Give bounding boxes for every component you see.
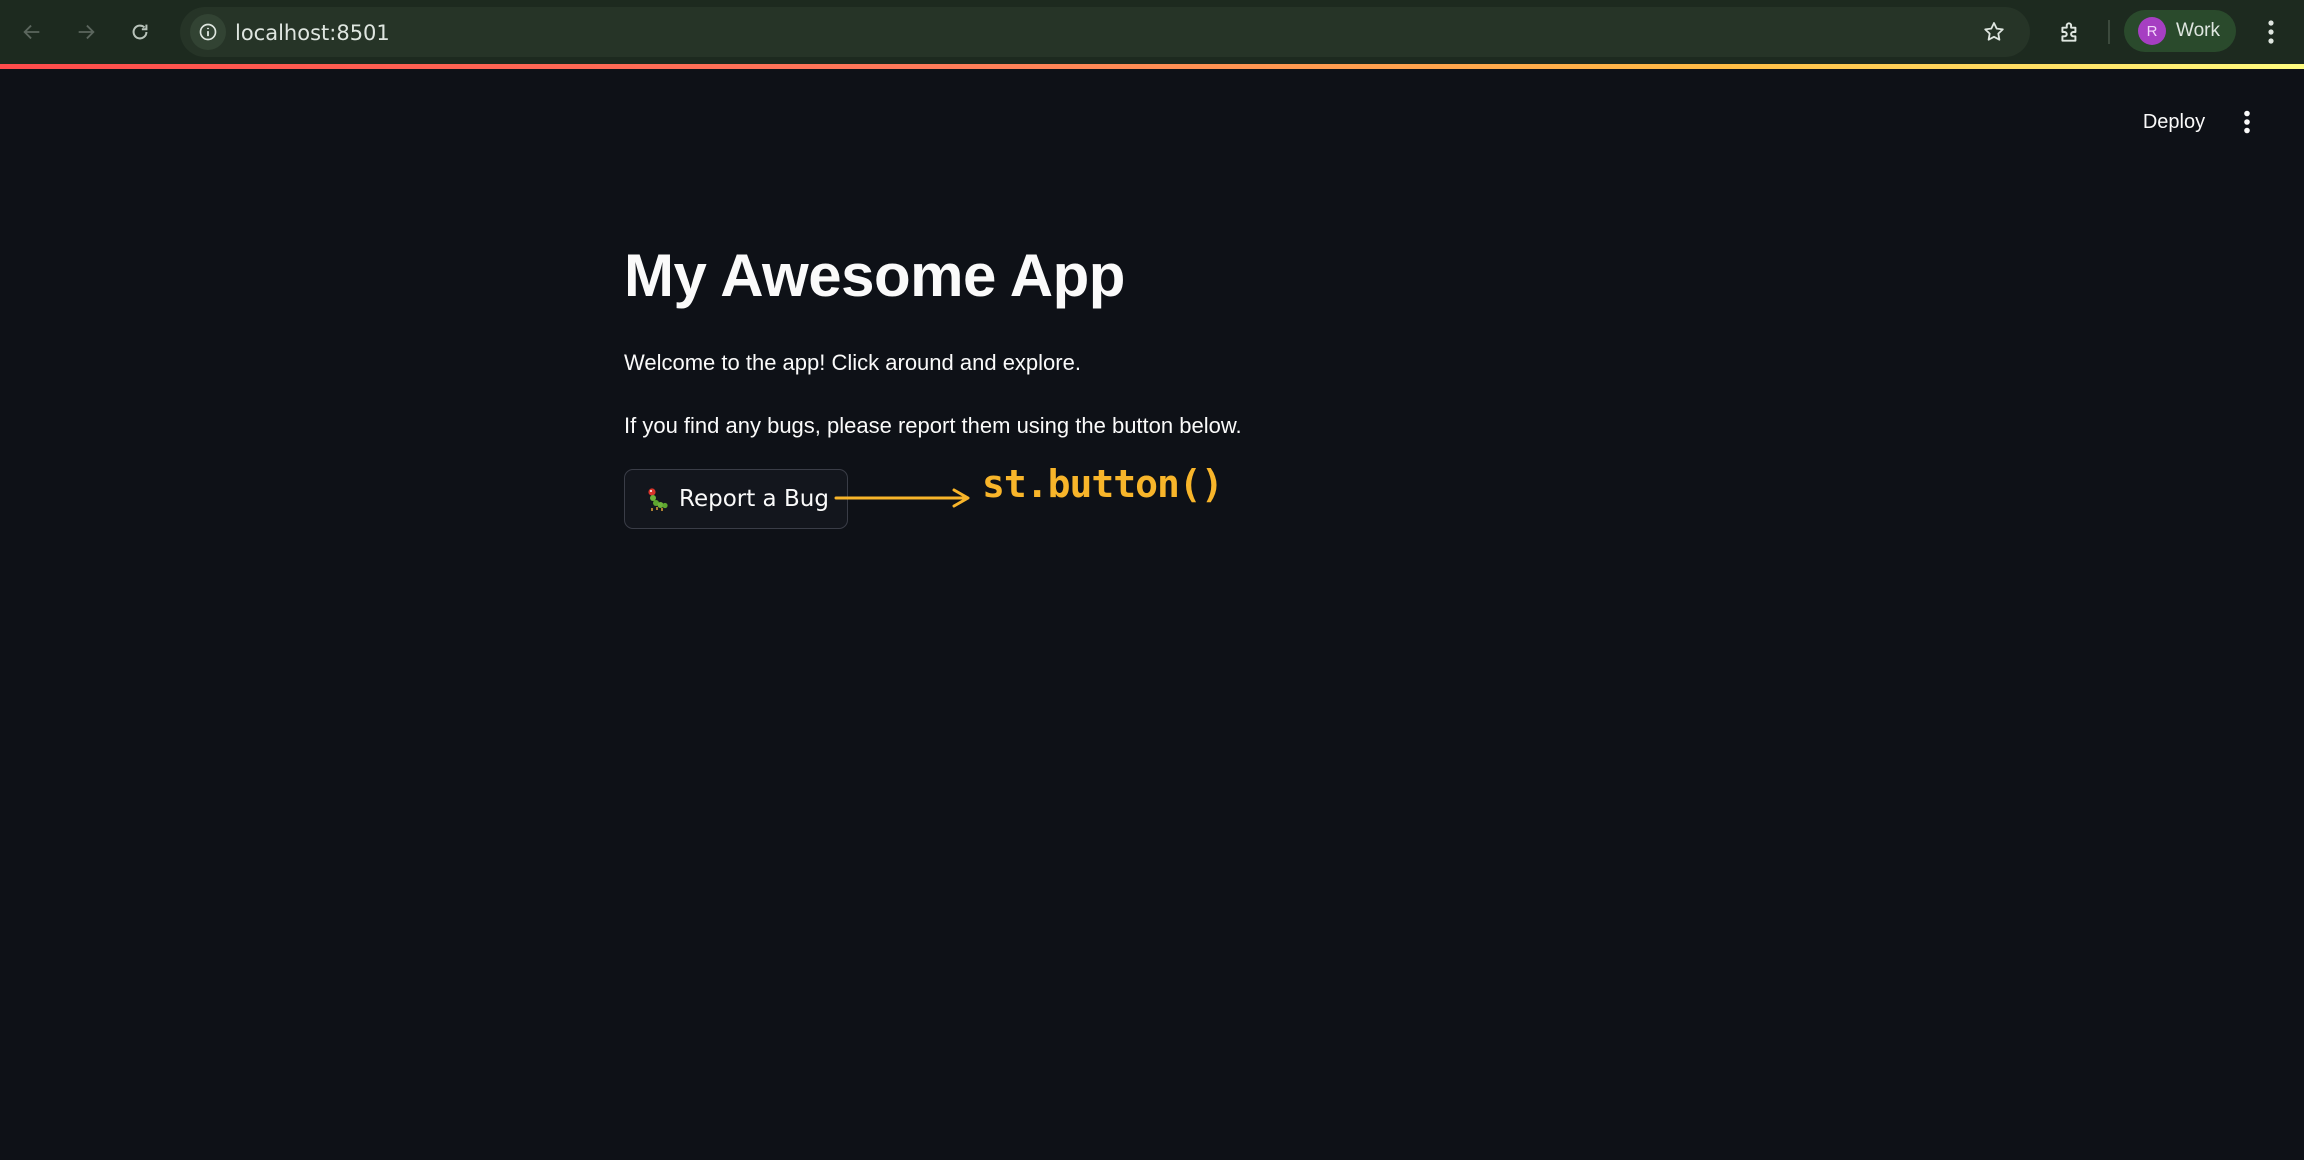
browser-menu-button[interactable] — [2256, 12, 2286, 52]
welcome-text: Welcome to the app! Click around and exp… — [624, 350, 1081, 375]
profile-label: Work — [2176, 20, 2220, 41]
profile-button[interactable]: R Work — [2124, 10, 2236, 52]
reload-icon — [132, 24, 148, 40]
address-bar[interactable]: localhost:8501 — [180, 7, 2030, 57]
reload-button[interactable] — [120, 12, 160, 52]
streamlit-decoration-bar — [0, 64, 2304, 69]
forward-button[interactable] — [66, 12, 106, 52]
puzzle-icon — [2061, 22, 2077, 42]
deploy-button[interactable]: Deploy — [2128, 102, 2220, 142]
bug-instructions-text: If you find any bugs, please report them… — [624, 413, 1242, 438]
info-icon — [199, 23, 217, 41]
page-title: My Awesome App — [624, 242, 1125, 309]
avatar: R — [2138, 17, 2166, 45]
report-bug-button[interactable]: Report a Bug — [624, 469, 848, 529]
bookmark-button[interactable] — [1978, 16, 2010, 48]
main-menu-button[interactable] — [2232, 102, 2262, 142]
kebab-menu-icon — [2268, 20, 2274, 44]
report-bug-label: Report a Bug — [679, 486, 829, 512]
kebab-menu-icon — [2244, 110, 2250, 134]
arrow-right-icon — [78, 24, 95, 40]
arrow-left-icon — [23, 24, 40, 40]
bug-icon — [643, 486, 669, 512]
back-button[interactable] — [12, 12, 52, 52]
annotation-label: st.button() — [982, 462, 1224, 506]
star-icon — [1984, 22, 2004, 41]
browser-toolbar: localhost:8501 R Work — [0, 0, 2304, 64]
site-info-button[interactable] — [190, 14, 226, 50]
toolbar-separator — [2108, 20, 2110, 44]
url-text: localhost:8501 — [235, 21, 390, 45]
main-content: My Awesome App Welcome to the app! Click… — [624, 240, 1724, 529]
annotation-arrow — [834, 488, 970, 508]
extensions-button[interactable] — [2050, 12, 2090, 52]
